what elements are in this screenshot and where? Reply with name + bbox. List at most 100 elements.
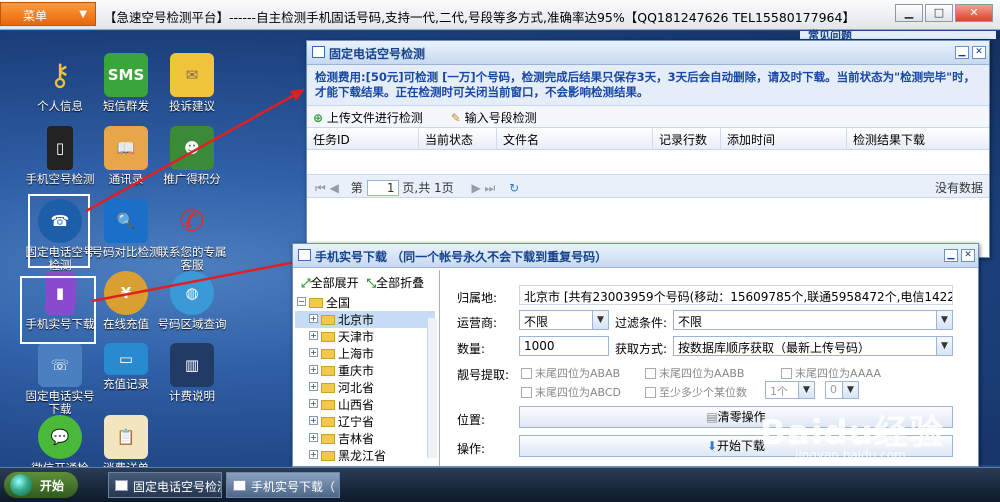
- tree-node[interactable]: + 天津市: [295, 328, 435, 345]
- app-title: 【急速空号检测平台】------自主检测手机固话号码,支持一代,二代,号段等多方…: [104, 10, 855, 25]
- window-minimize-button[interactable]: ▁: [955, 46, 969, 59]
- tree-node[interactable]: + 重庆市: [295, 362, 435, 379]
- checkbox[interactable]: [645, 368, 656, 379]
- opt-min-count[interactable]: 至少多少个某位数: [645, 384, 747, 400]
- tree-label: 上海市: [338, 347, 375, 361]
- quantity-label: 数量:: [457, 342, 486, 356]
- col-filename[interactable]: 文件名: [497, 128, 653, 149]
- task-grid-header: 任务ID 当前状态 文件名 记录行数 添加时间 检测结果下载: [307, 128, 989, 150]
- taskbar-item-landline[interactable]: 固定电话空号检测: [108, 472, 222, 498]
- col-task-id[interactable]: 任务ID: [307, 128, 419, 149]
- opt-abab[interactable]: 末尾四位为ABAB: [521, 365, 620, 381]
- prev-page-icon[interactable]: ◀: [330, 181, 339, 195]
- mode-label: 获取方式:: [615, 342, 668, 356]
- checkbox[interactable]: [521, 368, 532, 379]
- digit-count-select[interactable]: 1个 ▼: [765, 381, 815, 399]
- col-row-count[interactable]: 记录行数: [653, 128, 721, 149]
- expand-node-icon[interactable]: +: [309, 382, 318, 391]
- edit-icon: ✎: [450, 111, 461, 125]
- download-label: 开始下载: [717, 439, 766, 453]
- tree-node[interactable]: + 辽宁省: [295, 413, 435, 430]
- input-segment-button[interactable]: ✎ 输入号段检测: [451, 111, 549, 125]
- expand-all-button[interactable]: ⤢全部展开: [301, 276, 359, 290]
- quantity-input[interactable]: 1000: [519, 336, 609, 356]
- location-label: 归属地:: [457, 291, 498, 305]
- opt-abcd[interactable]: 末尾四位为ABCD: [521, 384, 621, 400]
- carrier-select[interactable]: 不限 ▼: [519, 310, 609, 330]
- expand-node-icon[interactable]: +: [309, 416, 318, 425]
- splitter[interactable]: [439, 270, 440, 466]
- task-label: 手机实号下载（: [251, 480, 336, 494]
- tree-node[interactable]: + 河北省: [295, 379, 435, 396]
- last-page-icon[interactable]: ⏭: [485, 181, 496, 195]
- minimize-button[interactable]: ▁: [895, 4, 923, 22]
- baidu-watermark: Baidu经验: [760, 413, 945, 453]
- page-input[interactable]: 1: [366, 180, 399, 196]
- tree-toolbar: ⤢全部展开 ⤡全部折叠: [301, 274, 447, 292]
- operation-label: 操作:: [457, 442, 486, 456]
- maximize-button[interactable]: □: [925, 4, 953, 22]
- next-page-icon[interactable]: ▶: [471, 181, 480, 195]
- tree-label: 重庆市: [338, 364, 375, 378]
- checkbox[interactable]: [781, 368, 792, 379]
- tree-node[interactable]: + 北京市: [295, 311, 435, 328]
- arrow-to-landline-window: [85, 91, 299, 213]
- tree-node[interactable]: + 黑龙江省: [295, 447, 435, 464]
- collapse-icon: ⤡: [366, 276, 377, 290]
- tree-node-root[interactable]: − 全国: [295, 294, 435, 311]
- opt-aaaa[interactable]: 末尾四位为AAAA: [781, 365, 881, 381]
- folder-icon: [321, 400, 335, 410]
- tree-node[interactable]: + 山西省: [295, 396, 435, 413]
- expand-node-icon[interactable]: +: [309, 365, 318, 374]
- tree-label: 北京市: [338, 313, 375, 327]
- opt-aabb[interactable]: 末尾四位为AABB: [645, 365, 744, 381]
- carrier-label: 运营商:: [457, 316, 498, 330]
- col-status[interactable]: 当前状态: [419, 128, 497, 149]
- tree-node[interactable]: + 吉林省: [295, 430, 435, 447]
- collapse-node-icon[interactable]: −: [297, 297, 306, 306]
- start-button[interactable]: 开始: [4, 472, 78, 498]
- tree-node[interactable]: + 上海市: [295, 345, 435, 362]
- download-icon: ⬇: [706, 439, 718, 453]
- window-icon: [115, 480, 128, 491]
- opt-label: 至少多少个某位数: [659, 386, 747, 399]
- expand-node-icon[interactable]: +: [309, 314, 318, 323]
- taskbar-item-mobile[interactable]: 手机实号下载（: [226, 472, 340, 498]
- col-added-time[interactable]: 添加时间: [721, 128, 847, 149]
- landline-pager: ⏮ ◀ 第 1 页,共 1页 ▶ ⏭ ↻ 没有数据: [307, 174, 989, 198]
- window-close-button[interactable]: ✕: [961, 249, 975, 262]
- window-minimize-button[interactable]: ▁: [944, 249, 958, 262]
- expand-node-icon[interactable]: +: [309, 433, 318, 442]
- windows-logo-icon: [10, 474, 32, 496]
- landline-toolbar: ⊕ 上传文件进行检测 ✎ 输入号段检测: [307, 106, 989, 128]
- upload-button[interactable]: ⊕ 上传文件进行检测: [313, 111, 435, 125]
- tree-label: 吉林省: [338, 432, 375, 446]
- folder-icon: [321, 366, 335, 376]
- filter-select[interactable]: 不限 ▼: [673, 310, 953, 330]
- window-icon: [298, 249, 311, 261]
- window-title: 固定电话空号检测: [329, 47, 426, 61]
- expand-node-icon[interactable]: +: [309, 331, 318, 340]
- checkbox[interactable]: [645, 387, 656, 398]
- expand-node-icon[interactable]: +: [309, 450, 318, 459]
- mode-value: 按数据库顺序获取（最新上传号码）: [678, 341, 871, 355]
- pager-total: 页,共 1页: [402, 181, 454, 195]
- upload-label: 上传文件进行检测: [326, 111, 423, 125]
- chevron-down-icon: ▼: [842, 382, 858, 398]
- folder-icon: [321, 417, 335, 427]
- col-result-download[interactable]: 检测结果下载: [847, 128, 989, 149]
- collapse-all-button[interactable]: ⤡全部折叠: [366, 276, 424, 290]
- first-page-icon[interactable]: ⏮: [315, 181, 326, 195]
- close-button[interactable]: ✕: [955, 4, 993, 22]
- mode-select[interactable]: 按数据库顺序获取（最新上传号码） ▼: [673, 336, 953, 356]
- window-title: 手机实号下载 （同一个帐号永久不会下载到重复号码）: [315, 250, 608, 264]
- tree-scrollbar[interactable]: [427, 318, 437, 458]
- clear-label: 清零操作: [717, 410, 766, 424]
- window-close-button[interactable]: ✕: [972, 46, 986, 59]
- digit-value-select[interactable]: 0 ▼: [825, 381, 859, 399]
- expand-node-icon[interactable]: +: [309, 348, 318, 357]
- refresh-icon[interactable]: ↻: [509, 181, 519, 195]
- menu-button[interactable]: 菜单 ▼: [0, 2, 96, 26]
- expand-node-icon[interactable]: +: [309, 399, 318, 408]
- checkbox[interactable]: [521, 387, 532, 398]
